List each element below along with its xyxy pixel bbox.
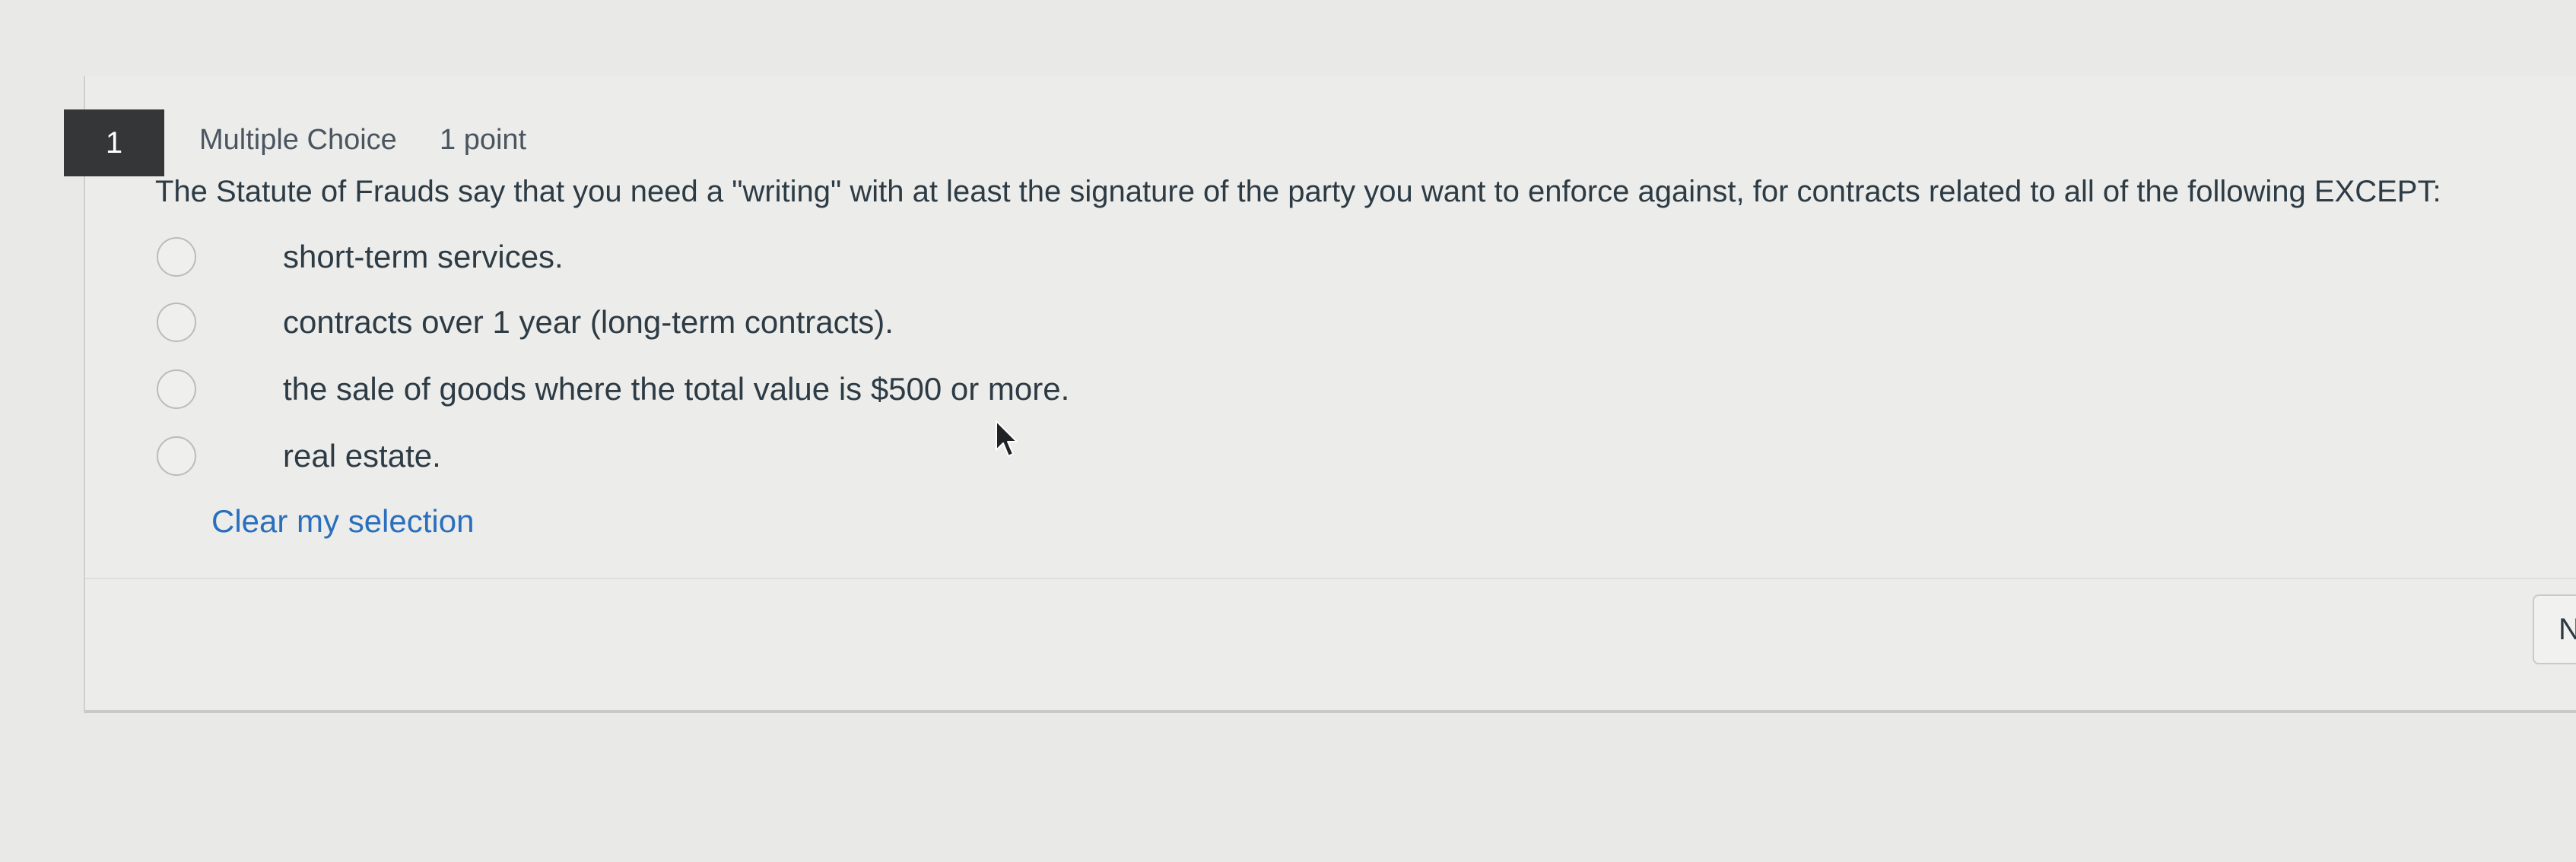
answer-option-2[interactable]: contracts over 1 year (long-term contrac… [157,298,894,347]
clear-selection-link[interactable]: Clear my selection [211,503,474,540]
answer-option-label[interactable]: real estate. [283,438,441,474]
answer-option-1[interactable]: short-term services. [157,233,564,281]
radio-button[interactable] [157,237,196,277]
next-button[interactable]: N [2533,594,2576,664]
card-divider [85,578,2576,579]
radio-button[interactable] [157,369,196,409]
answer-option-label[interactable]: short-term services. [283,239,564,275]
answer-option-3[interactable]: the sale of goods where the total value … [157,365,1069,414]
question-number-badge: 1 [64,109,164,176]
answer-option-label[interactable]: contracts over 1 year (long-term contrac… [283,304,894,341]
question-points-label: 1 point [440,124,527,156]
radio-button[interactable] [157,436,196,476]
question-text: The Statute of Frauds say that you need … [155,175,2441,208]
answer-option-4[interactable]: real estate. [157,432,441,480]
answer-option-label[interactable]: the sale of goods where the total value … [283,371,1069,407]
question-type-label: Multiple Choice [199,124,397,156]
radio-button[interactable] [157,303,196,342]
mouse-pointer-icon [996,420,1018,457]
